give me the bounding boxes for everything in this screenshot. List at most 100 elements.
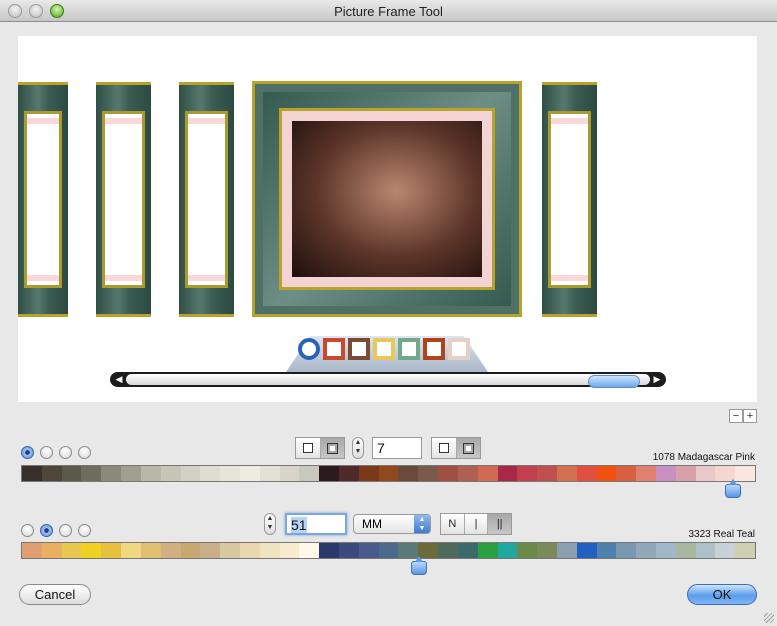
color-swatch[interactable] (517, 466, 538, 481)
frame-swatch[interactable] (398, 338, 420, 360)
color-swatch[interactable] (220, 466, 240, 481)
cancel-button[interactable]: Cancel (19, 584, 91, 605)
color-swatch[interactable] (259, 466, 280, 481)
frame-swatch[interactable] (323, 338, 345, 360)
color-swatch[interactable] (656, 543, 676, 558)
color-swatch[interactable] (537, 466, 557, 481)
width-stepper[interactable]: ▲ ▼ (352, 437, 364, 459)
color-swatch[interactable] (358, 543, 379, 558)
color-swatch[interactable] (200, 466, 221, 481)
color-swatch[interactable] (239, 466, 260, 481)
color-swatch[interactable] (596, 466, 617, 481)
color-swatch[interactable] (319, 543, 339, 558)
color-swatch[interactable] (656, 466, 676, 481)
color-swatch[interactable] (160, 466, 181, 481)
value-stepper[interactable]: ▲ ▼ (264, 513, 276, 535)
layer1-color-strip[interactable] (21, 465, 756, 482)
scroll-track[interactable] (126, 374, 650, 388)
color-swatch[interactable] (695, 466, 716, 481)
frame-swatch[interactable] (348, 338, 370, 360)
color-swatch[interactable] (616, 466, 637, 481)
color-swatch[interactable] (101, 466, 122, 481)
layer1-color-marker[interactable] (725, 479, 741, 498)
scroll-left-icon[interactable]: ◀ (112, 373, 126, 386)
scroll-right-icon[interactable]: ▶ (650, 373, 664, 386)
color-swatch[interactable] (715, 543, 736, 558)
color-swatch[interactable] (121, 543, 141, 558)
zoom-in-button[interactable]: + (743, 409, 757, 423)
layer2-color-marker[interactable] (411, 556, 427, 575)
color-swatch[interactable] (81, 543, 102, 558)
color-swatch[interactable] (140, 466, 161, 481)
color-swatch[interactable] (200, 543, 221, 558)
color-swatch[interactable] (22, 543, 42, 558)
color-swatch[interactable] (339, 466, 359, 481)
scroll-thumb[interactable] (588, 375, 640, 388)
line-style-toggle[interactable]: N | || (440, 513, 512, 535)
zoom-out-button[interactable]: − (729, 409, 743, 423)
frame-swatch[interactable] (448, 338, 470, 360)
color-swatch[interactable] (517, 543, 538, 558)
layer2-radio-3[interactable] (59, 524, 72, 537)
color-swatch[interactable] (556, 543, 577, 558)
color-swatch[interactable] (477, 466, 498, 481)
color-swatch[interactable] (735, 466, 756, 481)
units-select[interactable]: MM ▲ ▼ (353, 514, 431, 534)
color-swatch[interactable] (140, 543, 161, 558)
color-swatch[interactable] (121, 466, 141, 481)
color-swatch[interactable] (339, 543, 359, 558)
color-swatch[interactable] (180, 543, 201, 558)
color-swatch[interactable] (299, 543, 320, 558)
single-border-option[interactable] (296, 438, 321, 458)
frame-swatch[interactable] (373, 338, 395, 360)
ok-button[interactable]: OK (687, 584, 757, 605)
color-swatch[interactable] (279, 543, 300, 558)
border-style-toggle[interactable] (295, 437, 345, 459)
color-swatch[interactable] (259, 543, 280, 558)
beveled-option[interactable] (456, 438, 480, 458)
layer2-radio-4[interactable] (78, 524, 91, 537)
color-swatch[interactable] (22, 466, 42, 481)
frame-scrollbar[interactable]: ◀ ▶ (110, 372, 666, 388)
value-field[interactable]: 51 (285, 513, 347, 535)
color-swatch[interactable] (319, 466, 339, 481)
color-swatch[interactable] (61, 466, 82, 481)
color-swatch[interactable] (695, 543, 716, 558)
color-swatch[interactable] (398, 466, 419, 481)
color-swatch[interactable] (675, 466, 696, 481)
layer1-radio-2[interactable] (40, 446, 53, 459)
color-swatch[interactable] (239, 543, 260, 558)
color-swatch[interactable] (497, 466, 518, 481)
color-swatch[interactable] (636, 466, 656, 481)
resize-grip-icon[interactable] (764, 613, 774, 623)
color-swatch[interactable] (576, 466, 597, 481)
color-swatch[interactable] (41, 543, 62, 558)
line-double-option[interactable]: || (488, 514, 512, 534)
color-swatch[interactable] (61, 543, 82, 558)
color-swatch[interactable] (596, 543, 617, 558)
color-swatch[interactable] (675, 543, 696, 558)
color-swatch[interactable] (477, 543, 498, 558)
double-border-option[interactable] (320, 438, 344, 458)
color-swatch[interactable] (735, 543, 756, 558)
color-swatch[interactable] (41, 466, 62, 481)
color-swatch[interactable] (279, 466, 300, 481)
frame-shape-toggle[interactable] (431, 437, 481, 459)
color-swatch[interactable] (497, 543, 518, 558)
flat-option[interactable] (432, 438, 457, 458)
color-swatch[interactable] (378, 466, 399, 481)
color-swatch[interactable] (378, 543, 399, 558)
color-swatch[interactable] (81, 466, 102, 481)
color-swatch[interactable] (299, 466, 320, 481)
frame-swatch[interactable] (298, 338, 320, 360)
color-swatch[interactable] (220, 543, 240, 558)
layer2-radio-2[interactable] (40, 524, 53, 537)
color-swatch[interactable] (438, 543, 458, 558)
color-swatch[interactable] (576, 543, 597, 558)
color-swatch[interactable] (438, 466, 458, 481)
color-swatch[interactable] (556, 466, 577, 481)
line-none-option[interactable]: N (441, 514, 465, 534)
layer1-radio-4[interactable] (78, 446, 91, 459)
layer2-radio-1[interactable] (21, 524, 34, 537)
frame-style-preview[interactable] (18, 82, 68, 317)
